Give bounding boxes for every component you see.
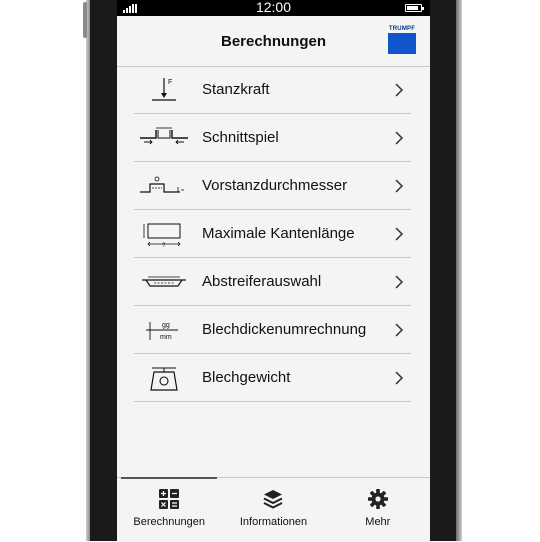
- phone-side-button: [83, 2, 87, 38]
- list-item-label: Schnittspiel: [202, 129, 279, 146]
- calculation-list: F Stanzkraft Schnittspiel Vorstanzdurchm…: [134, 66, 411, 402]
- mm-label: mm: [160, 334, 172, 341]
- tab-berechnungen[interactable]: Berechnungen: [117, 477, 221, 542]
- navigation-bar: Berechnungen TRUMPF: [117, 16, 430, 67]
- tab-label: Mehr: [365, 516, 391, 528]
- page-title: Berechnungen: [220, 33, 326, 50]
- sheet-thickness-conversion-icon: gg mm: [134, 312, 194, 348]
- tab-label: Informationen: [239, 516, 308, 528]
- cutting-clearance-icon: [134, 120, 194, 156]
- chevron-right-icon: [395, 274, 404, 289]
- gauge-label: gg: [162, 322, 170, 329]
- list-item-maximale-kantenlaenge[interactable]: ? Maximale Kantenlänge: [134, 210, 411, 258]
- chevron-right-icon: [395, 322, 404, 337]
- prepunch-diameter-icon: [134, 168, 194, 204]
- list-item-label: Vorstanzdurchmesser: [202, 177, 348, 194]
- phone-frame-right: [456, 0, 462, 541]
- punch-force-icon: F: [134, 72, 194, 108]
- brand-name: TRUMPF: [388, 26, 416, 32]
- battery-icon: [405, 4, 424, 12]
- chevron-right-icon: [395, 226, 404, 241]
- list-item-label: Stanzkraft: [202, 81, 270, 98]
- tab-informationen[interactable]: Informationen: [221, 478, 325, 542]
- list-item-label: Abstreiferauswahl: [202, 273, 322, 290]
- max-edge-length-icon: ?: [134, 216, 194, 252]
- tab-label: Berechnungen: [133, 516, 205, 528]
- force-label: F: [168, 79, 172, 86]
- list-item-abstreiferauswahl[interactable]: Abstreiferauswahl: [134, 258, 411, 306]
- chevron-right-icon: [395, 178, 404, 193]
- list-item-blechdickenumrechnung[interactable]: gg mm Blechdickenumrechnung: [134, 306, 411, 354]
- list-item-label: Blechdickenumrechnung: [202, 321, 367, 338]
- list-item-vorstanzdurchmesser[interactable]: Vorstanzdurchmesser: [134, 162, 411, 210]
- status-bar: 12:00: [117, 0, 430, 16]
- list-item-label: Blechgewicht: [202, 369, 291, 386]
- gear-icon: [367, 489, 388, 509]
- chevron-right-icon: [395, 82, 404, 97]
- tab-bar: Berechnungen Informationen Mehr: [117, 477, 430, 542]
- chevron-right-icon: [395, 130, 404, 145]
- list-item-blechgewicht[interactable]: Blechgewicht: [134, 354, 411, 402]
- status-time: 12:00: [255, 0, 292, 15]
- layers-icon: [264, 490, 283, 509]
- sheet-weight-icon: [134, 360, 194, 396]
- stripper-selection-icon: [134, 264, 194, 300]
- calculator-icon: [159, 489, 180, 509]
- list-item-label: Maximale Kantenlänge: [202, 225, 355, 242]
- list-item-schnittspiel[interactable]: Schnittspiel: [134, 114, 411, 162]
- list-item-stanzkraft[interactable]: F Stanzkraft: [134, 66, 411, 114]
- trumpf-logo: TRUMPF: [388, 26, 416, 54]
- chevron-right-icon: [395, 370, 404, 385]
- tab-mehr[interactable]: Mehr: [326, 478, 430, 542]
